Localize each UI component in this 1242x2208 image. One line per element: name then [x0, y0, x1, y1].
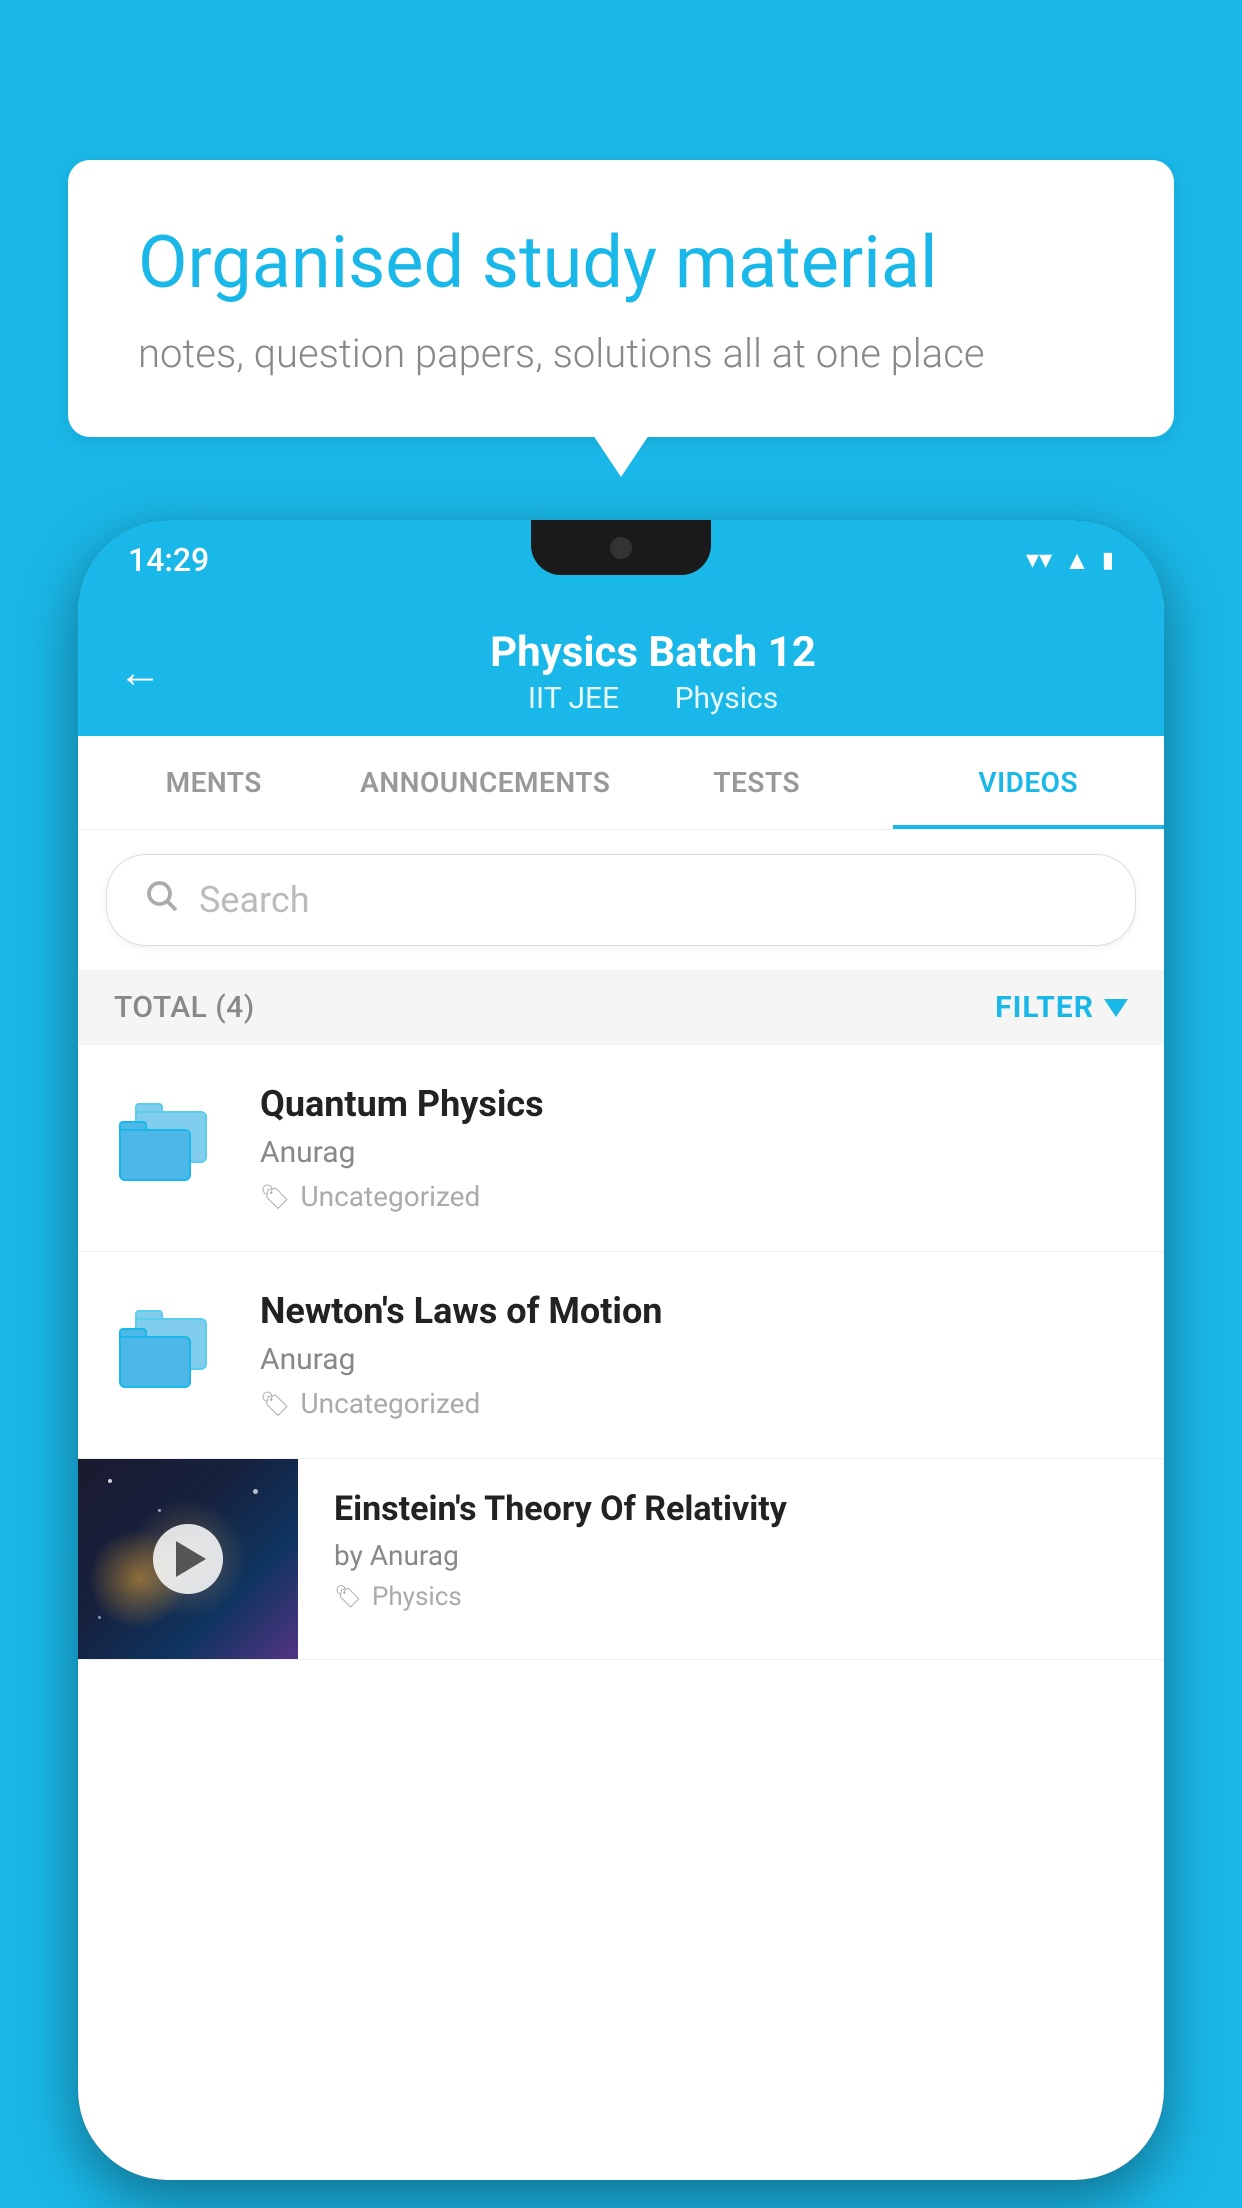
total-count: TOTAL (4): [114, 990, 255, 1025]
video-title: Newton's Laws of Motion: [260, 1290, 1128, 1332]
search-icon: [143, 877, 179, 923]
signal-icon: ▲: [1064, 545, 1090, 576]
phone-screen: ← Physics Batch 12 IIT JEE Physics MENTS…: [78, 600, 1164, 2180]
folder-icon-2: [114, 1300, 224, 1410]
tag-icon: 🏷: [260, 1183, 290, 1211]
tabs-container: MENTS ANNOUNCEMENTS TESTS VIDEOS: [78, 736, 1164, 830]
app-header: ← Physics Batch 12 IIT JEE Physics: [78, 600, 1164, 736]
video-list: Quantum Physics Anurag 🏷 Uncategorized: [78, 1045, 1164, 1660]
video-author: Anurag: [260, 1342, 1128, 1377]
search-placeholder: Search: [199, 879, 310, 921]
tab-ments[interactable]: MENTS: [78, 736, 350, 829]
video-tag: 🏷 Uncategorized: [260, 1387, 1128, 1420]
status-bar: 14:29 ▾▾ ▲ ▮: [78, 520, 1164, 600]
list-item[interactable]: Newton's Laws of Motion Anurag 🏷 Uncateg…: [78, 1252, 1164, 1459]
item-details-3: Einstein's Theory Of Relativity by Anura…: [298, 1459, 1164, 1642]
video-title: Einstein's Theory Of Relativity: [334, 1489, 1134, 1529]
subtitle-part1: IIT JEE: [528, 681, 619, 716]
app-title: Physics Batch 12: [182, 628, 1124, 677]
speech-bubble-container: Organised study material notes, question…: [68, 160, 1174, 437]
tab-tests[interactable]: TESTS: [621, 736, 893, 829]
tab-videos[interactable]: VIDEOS: [893, 736, 1165, 829]
tag-icon: 🏷: [260, 1390, 290, 1418]
filter-button[interactable]: FILTER: [995, 990, 1128, 1025]
status-time: 14:29: [128, 541, 209, 579]
video-author: by Anurag: [334, 1539, 1134, 1572]
video-thumbnail: [78, 1459, 298, 1659]
video-author: Anurag: [260, 1135, 1128, 1170]
speech-bubble: Organised study material notes, question…: [68, 160, 1174, 437]
battery-icon: ▮: [1102, 548, 1114, 573]
filter-bar: TOTAL (4) FILTER: [78, 970, 1164, 1045]
tab-announcements[interactable]: ANNOUNCEMENTS: [350, 736, 622, 829]
item-details-1: Quantum Physics Anurag 🏷 Uncategorized: [260, 1083, 1128, 1213]
bubble-title: Organised study material: [138, 220, 1104, 306]
item-details-2: Newton's Laws of Motion Anurag 🏷 Uncateg…: [260, 1290, 1128, 1420]
app-subtitle: IIT JEE Physics: [182, 681, 1124, 716]
bubble-subtitle: notes, question papers, solutions all at…: [138, 330, 1104, 377]
filter-icon: [1104, 999, 1128, 1017]
video-tag: 🏷 Uncategorized: [260, 1180, 1128, 1213]
header-title-group: Physics Batch 12 IIT JEE Physics: [182, 628, 1124, 716]
search-bar[interactable]: Search: [106, 854, 1136, 946]
wifi-icon: ▾▾: [1026, 545, 1052, 575]
phone-notch: [531, 520, 711, 575]
folder-icon-1: [114, 1093, 224, 1203]
play-icon: [176, 1541, 206, 1577]
back-button[interactable]: ←: [118, 646, 162, 698]
list-item[interactable]: Quantum Physics Anurag 🏷 Uncategorized: [78, 1045, 1164, 1252]
camera: [610, 537, 632, 559]
video-tag: 🏷 Physics: [334, 1582, 1134, 1612]
play-button[interactable]: [153, 1524, 223, 1594]
phone-frame: 14:29 ▾▾ ▲ ▮ ← Physics Batch 12 IIT JEE …: [78, 520, 1164, 2180]
status-icons: ▾▾ ▲ ▮: [1026, 545, 1114, 576]
filter-label: FILTER: [995, 990, 1094, 1025]
list-item[interactable]: Einstein's Theory Of Relativity by Anura…: [78, 1459, 1164, 1660]
tag-icon: 🏷: [334, 1585, 362, 1610]
subtitle-part2: Physics: [675, 681, 779, 716]
video-title: Quantum Physics: [260, 1083, 1128, 1125]
